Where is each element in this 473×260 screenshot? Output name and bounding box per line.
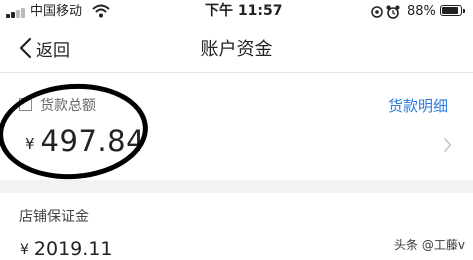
back-button[interactable]: 返回 <box>18 34 70 62</box>
deposit-amount: ¥ 2019.11 <box>20 238 113 260</box>
status-time: 下午 11:57 <box>205 3 283 19</box>
carrier-name: 中国移动 <box>30 4 83 19</box>
alarm-icon <box>371 5 400 19</box>
deposit-value: 2019.11 <box>33 238 113 260</box>
battery-icon <box>440 5 465 16</box>
chevron-right-icon[interactable] <box>443 138 452 152</box>
watermark: 头条 @工藤v <box>392 236 467 253</box>
signal-strength-icon <box>6 6 30 18</box>
section-gap <box>0 180 473 193</box>
battery-percentage: 88% <box>407 4 436 19</box>
chevron-left-icon <box>19 37 32 59</box>
loan-detail-link[interactable]: 货款明细 <box>388 95 448 116</box>
page-title: 账户资金 <box>200 39 273 60</box>
deposit-label: 店铺保证金 <box>19 209 89 225</box>
wifi-icon <box>92 4 110 18</box>
currency-symbol: ¥ <box>20 242 29 258</box>
back-button-label: 返回 <box>36 40 70 61</box>
status-bar: 中国移动 下午 11:57 88% <box>0 0 473 24</box>
